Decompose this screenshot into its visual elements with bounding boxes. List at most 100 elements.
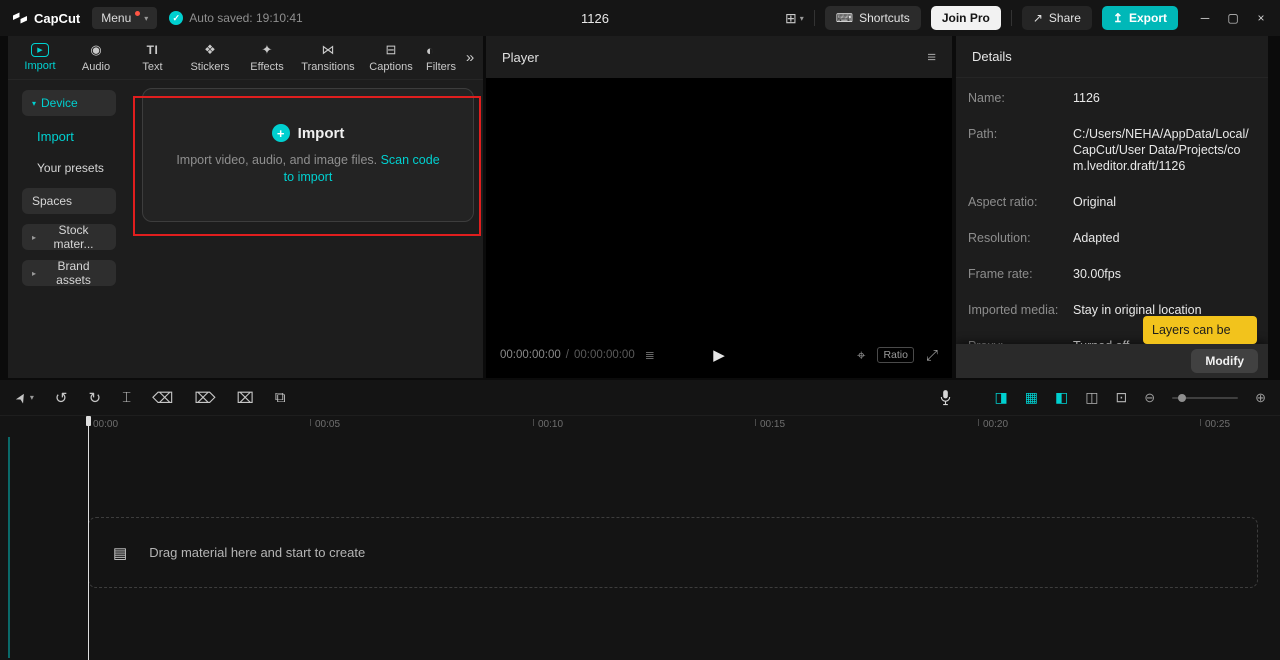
voiceover-button[interactable]: [939, 389, 952, 406]
playhead[interactable]: [88, 416, 89, 660]
audio-icon: ◉: [90, 42, 101, 58]
timeline-zoom-slider[interactable]: [1172, 397, 1238, 399]
current-timecode: 00:00:00:00: [500, 349, 561, 361]
delete-left-button[interactable]: ⌫: [152, 389, 173, 407]
zoom-out-icon: ⊖: [1144, 390, 1155, 405]
timeline-ruler[interactable]: 00:00 00:05 00:10 00:15 00:20 00:25: [0, 416, 1280, 434]
tabs-overflow-button[interactable]: »: [457, 36, 483, 79]
ruler-label: 00:10: [538, 419, 563, 430]
detail-row-name: Name: 1126: [968, 90, 1254, 106]
triangle-right-icon: ▸: [32, 269, 36, 278]
ratio-button[interactable]: Ratio: [877, 347, 914, 363]
mask-icon: ⧉: [275, 389, 286, 406]
layers-tooltip: Layers can be: [1143, 316, 1257, 344]
detail-row-resolution: Resolution: Adapted: [968, 230, 1254, 246]
zoom-slider-thumb[interactable]: [1178, 394, 1186, 402]
effects-icon: ✦: [262, 42, 273, 58]
ruler-label: 00:15: [760, 419, 785, 430]
undo-button[interactable]: ↺: [55, 389, 68, 407]
detail-row-frame-rate: Frame rate: 30.00fps: [968, 266, 1254, 282]
source-item-device[interactable]: ▾ Device: [22, 90, 116, 116]
filters-icon: ◐: [426, 42, 434, 58]
split-button[interactable]: ⌶: [122, 389, 131, 406]
preview-axis-button[interactable]: ◫: [1085, 389, 1098, 406]
layout-switch-button[interactable]: ⊞ ▾: [785, 10, 804, 27]
tab-filters[interactable]: ◐ Filters: [421, 42, 457, 73]
source-item-your-presets[interactable]: Your presets: [22, 157, 130, 178]
titlebar: CapCut Menu ▾ ✓ Auto saved: 19:10:41 112…: [0, 0, 1280, 36]
tab-effects[interactable]: ✦ Effects: [239, 42, 295, 73]
divider: [814, 10, 815, 26]
source-item-import[interactable]: Import: [22, 126, 130, 147]
triangle-right-icon: ▸: [32, 233, 36, 242]
plus-icon: +: [272, 124, 290, 142]
sticker-icon: ❖: [204, 42, 216, 58]
menu-button[interactable]: Menu ▾: [92, 7, 157, 29]
zoom-out-button[interactable]: ⊖: [1144, 390, 1155, 406]
timeline-panel: ➤ ▾ ↺ ↻ ⌶ ⌫ ⌦ ⌧ ⧉: [0, 380, 1280, 660]
captions-icon: ⊟: [386, 42, 397, 58]
autosave-text: Auto saved: 19:10:41: [189, 11, 302, 25]
delete-button[interactable]: ⌧: [237, 389, 254, 407]
minimize-button[interactable]: ─: [1192, 5, 1218, 31]
modify-button[interactable]: Modify: [1191, 349, 1258, 373]
source-list: ▾ Device Import Your presets Spaces ▸ St…: [8, 80, 130, 378]
ruler-label: 00:20: [983, 419, 1008, 430]
track-edge-indicator: [8, 437, 10, 658]
divider: [1011, 10, 1012, 26]
details-title: Details: [956, 36, 1268, 78]
player-title: Player: [502, 50, 539, 65]
auto-snap-toggle[interactable]: ▦: [1025, 389, 1038, 406]
player-menu-button[interactable]: ≡: [927, 49, 936, 66]
timeline-toolbar: ➤ ▾ ↺ ↻ ⌶ ⌫ ⌦ ⌧ ⧉: [0, 380, 1280, 416]
transitions-icon: ⋈: [322, 42, 335, 58]
close-button[interactable]: ×: [1248, 5, 1274, 31]
maximize-button[interactable]: ▢: [1220, 5, 1246, 31]
record-button[interactable]: ⊡: [1115, 389, 1127, 406]
snapshot-icon[interactable]: ⌖: [857, 347, 865, 364]
source-item-stock-materials[interactable]: ▸ Stock mater...: [22, 224, 116, 250]
chevron-down-icon: ▾: [144, 14, 148, 23]
import-dropzone[interactable]: + Import Import video, audio, and image …: [142, 88, 474, 222]
details-rows: Name: 1126 Path: C:/Users/NEHA/AppData/L…: [956, 78, 1268, 354]
keyboard-icon: ⌨: [836, 11, 853, 25]
player-panel: Player ≡ 00:00:00:00 / 00:00:00:00 ≣ ▶ ⌖…: [486, 36, 952, 378]
media-icon: ▤: [113, 544, 127, 562]
tab-captions[interactable]: ⊟ Captions: [361, 42, 421, 73]
delete-right-icon: ⌦: [194, 389, 215, 407]
magnet-icon: ◨: [995, 389, 1008, 405]
share-button[interactable]: ↗ Share: [1022, 6, 1092, 30]
export-button[interactable]: ↥ Export: [1102, 6, 1178, 30]
capcut-logo: CapCut: [6, 11, 80, 26]
autosave-status: ✓ Auto saved: 19:10:41: [169, 11, 302, 25]
duration-settings-icon[interactable]: ≣: [645, 348, 655, 362]
import-icon: ▶: [31, 43, 49, 57]
link-icon: ◧: [1055, 389, 1068, 405]
timeline-dropzone[interactable]: ▤ Drag material here and start to create: [88, 517, 1258, 588]
play-button[interactable]: ▶: [713, 346, 725, 364]
shortcuts-button[interactable]: ⌨ Shortcuts: [825, 6, 921, 30]
chevron-down-icon: ▾: [800, 14, 804, 23]
join-pro-button[interactable]: Join Pro: [931, 6, 1001, 30]
fullscreen-icon[interactable]: ⤢: [926, 347, 938, 364]
delete-right-button[interactable]: ⌦: [194, 389, 215, 407]
source-item-brand-assets[interactable]: ▸ Brand assets: [22, 260, 116, 286]
tab-transitions[interactable]: ⋈ Transitions: [295, 42, 361, 73]
zoom-in-button[interactable]: ⊕: [1255, 390, 1266, 406]
link-clips-toggle[interactable]: ◧: [1055, 389, 1068, 406]
source-item-spaces[interactable]: Spaces: [22, 188, 116, 214]
tab-stickers[interactable]: ❖ Stickers: [181, 42, 239, 73]
record-icon: ⊡: [1115, 389, 1127, 405]
ruler-label: 00:00: [93, 419, 118, 430]
redo-button[interactable]: ↻: [89, 389, 102, 407]
undo-icon: ↺: [55, 389, 68, 407]
tab-import[interactable]: ▶ Import: [12, 43, 68, 72]
text-icon: TI: [147, 42, 159, 58]
tab-audio[interactable]: ◉ Audio: [68, 42, 124, 73]
tab-text[interactable]: TI Text: [124, 42, 181, 73]
select-tool-button[interactable]: ➤ ▾: [16, 390, 34, 406]
main-track-magnet-toggle[interactable]: ◨: [995, 389, 1008, 406]
ruler-label: 00:05: [315, 419, 340, 430]
snap-icon: ▦: [1025, 389, 1038, 405]
mask-button[interactable]: ⧉: [275, 389, 286, 406]
